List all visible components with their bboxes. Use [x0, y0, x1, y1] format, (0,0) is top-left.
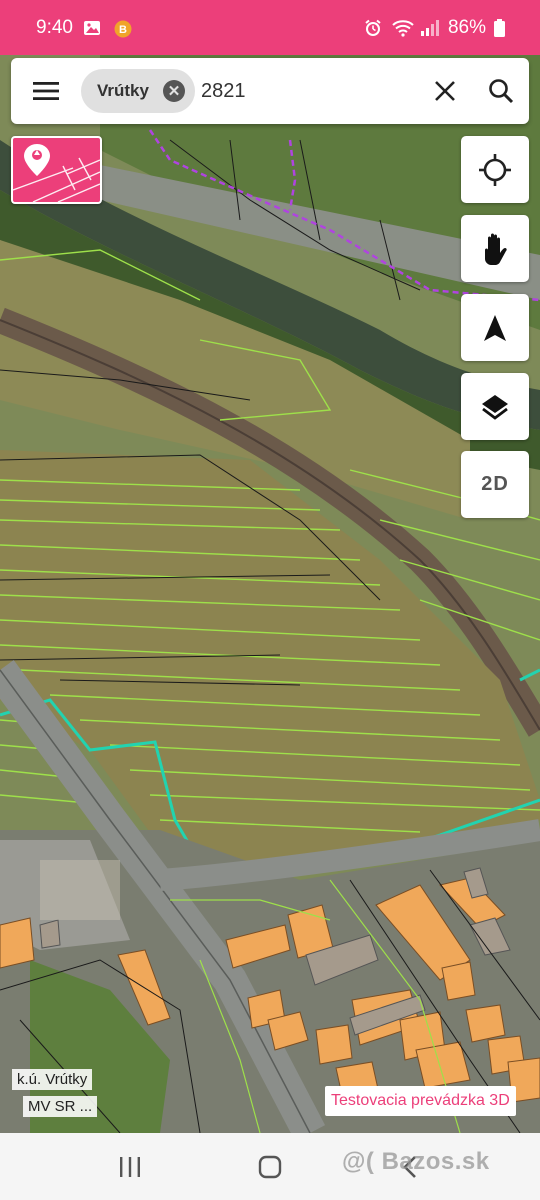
navigation-arrow-icon	[484, 314, 506, 341]
locate-button[interactable]	[461, 136, 529, 203]
watermark-text: @( Bazos.sk	[342, 1148, 490, 1175]
clear-button[interactable]	[417, 58, 473, 124]
map-canvas[interactable]	[0, 55, 540, 1133]
menu-icon	[33, 82, 59, 100]
battery-icon	[494, 18, 506, 37]
test-mode-badge: Testovacia prevádzka 3D	[325, 1086, 516, 1116]
home-button[interactable]	[240, 1147, 300, 1187]
chip-remove-icon[interactable]: ✕	[162, 80, 185, 102]
recents-icon	[120, 1156, 140, 1177]
view-mode-toggle[interactable]: 2D	[461, 451, 529, 518]
signal-icon	[420, 19, 440, 37]
recents-button[interactable]	[100, 1147, 160, 1187]
search-icon	[489, 79, 514, 104]
clear-icon	[435, 81, 455, 101]
crosshair-icon	[479, 153, 511, 186]
cadastre-layer-thumbnail[interactable]	[11, 136, 102, 204]
wifi-icon	[392, 19, 414, 37]
search-bar: Vrútky ✕ 2821	[11, 58, 529, 124]
status-time: 9:40	[36, 16, 73, 38]
chip-label: Vrútky	[97, 81, 149, 100]
gallery-icon	[83, 19, 103, 37]
svg-text:B: B	[119, 24, 127, 36]
battery-percent: 86%	[447, 16, 486, 38]
search-input[interactable]: 2821	[201, 80, 417, 103]
pan-mode-button[interactable]	[461, 215, 529, 282]
north-button[interactable]	[461, 294, 529, 361]
hand-icon	[485, 233, 507, 265]
location-chip[interactable]: Vrútky ✕	[81, 69, 195, 113]
layers-button[interactable]	[461, 373, 529, 440]
menu-button[interactable]	[11, 58, 81, 124]
home-icon	[258, 1155, 282, 1178]
cadastral-area-label: k.ú. Vrútky	[12, 1069, 93, 1090]
status-bar: 9:40 B 86%	[0, 0, 540, 55]
search-button[interactable]	[473, 58, 529, 124]
alarm-icon	[364, 19, 384, 37]
source-attribution[interactable]: MV SR ...	[23, 1096, 98, 1117]
app-notification-icon: B	[113, 19, 133, 37]
map-pin-icon	[24, 144, 50, 176]
layers-icon	[482, 394, 508, 420]
